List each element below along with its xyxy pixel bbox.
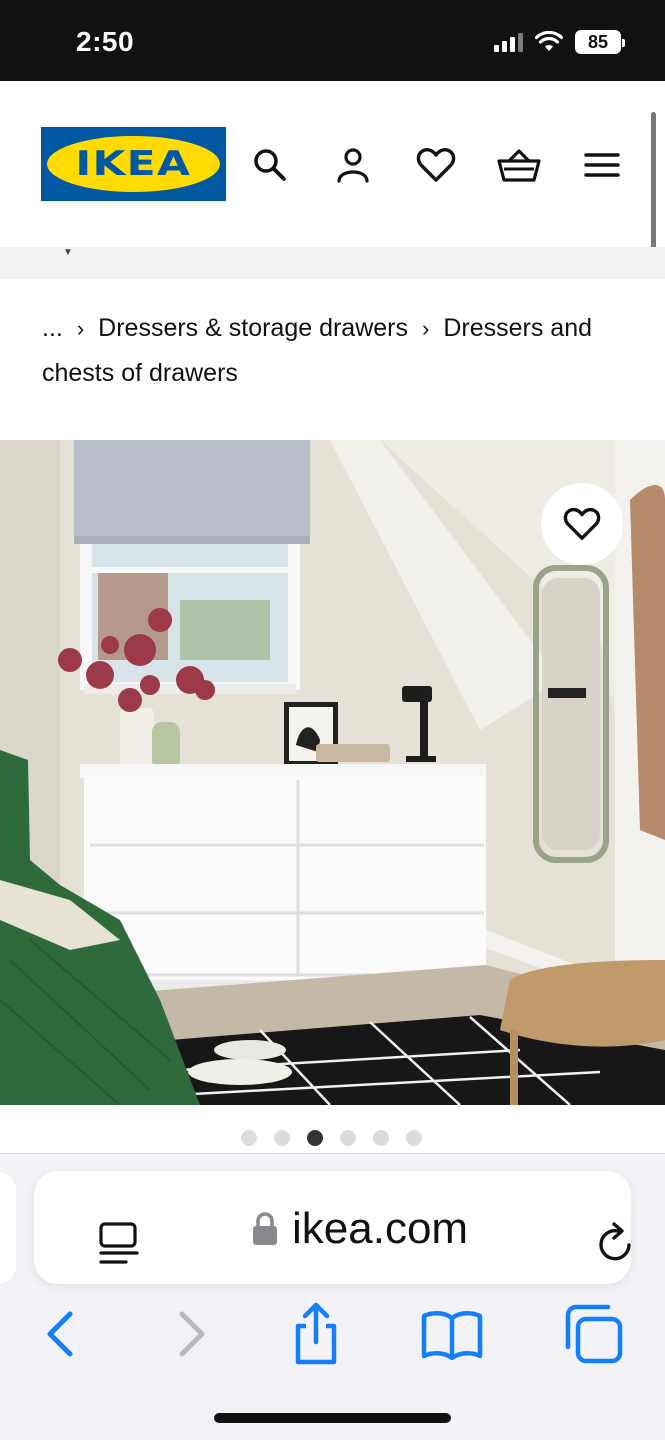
share-button[interactable] <box>284 1302 348 1366</box>
menu-icon <box>584 153 620 177</box>
heart-icon <box>563 507 601 540</box>
favourites-button[interactable] <box>414 143 458 187</box>
chevron-down-icon: ▼ <box>63 247 73 258</box>
url-text: ikea.com <box>292 1204 469 1253</box>
chevron-right-icon <box>179 1311 205 1357</box>
book-icon <box>421 1311 483 1360</box>
heart-icon <box>416 148 456 182</box>
carousel-pagination <box>241 1130 422 1146</box>
tabs-icon <box>565 1304 623 1364</box>
profile-icon <box>337 148 369 183</box>
logo-text: IKEA <box>75 144 192 184</box>
carousel-dot-6[interactable] <box>406 1130 422 1146</box>
carousel-dot-1[interactable] <box>241 1130 257 1146</box>
breadcrumb-dressers-storage[interactable]: Dressers & storage drawers <box>98 314 408 342</box>
tabs-button[interactable] <box>561 1302 625 1366</box>
status-time: 2:50 <box>76 26 135 57</box>
share-icon <box>295 1302 337 1365</box>
search-icon <box>254 149 286 181</box>
site-header: IKEA <box>0 81 665 247</box>
carousel-dot-2[interactable] <box>274 1130 290 1146</box>
browser-toolbar: ikea.com <box>0 1153 665 1440</box>
forward-button[interactable] <box>160 1302 224 1366</box>
bookmarks-button[interactable] <box>420 1302 484 1366</box>
status-icons: 85 <box>494 30 625 54</box>
cellular-signal-icon <box>494 32 523 52</box>
collapsed-banner[interactable]: ▼ <box>0 247 665 279</box>
carousel-dot-5[interactable] <box>373 1130 389 1146</box>
logo-oval: IKEA <box>47 136 220 192</box>
status-bar: 2:50 85 <box>0 0 665 81</box>
wifi-icon <box>535 31 563 51</box>
carousel-dot-4[interactable] <box>340 1130 356 1146</box>
breadcrumb: ... › Dressers & storage drawers › Dressers … <box>42 306 622 395</box>
basket-button[interactable] <box>497 143 541 187</box>
battery-indicator: 85 <box>575 30 625 54</box>
chevron-right-icon: › <box>422 316 430 341</box>
ikea-logo[interactable]: IKEA <box>41 127 226 201</box>
lock-icon <box>253 1212 277 1245</box>
add-to-favourites-button[interactable] <box>541 483 623 565</box>
basket-icon <box>497 149 541 182</box>
back-button[interactable] <box>28 1302 92 1366</box>
scroll-indicator[interactable] <box>651 112 656 250</box>
reader-mode-icon[interactable] <box>98 1221 140 1267</box>
profile-button[interactable] <box>331 143 375 187</box>
breadcrumb-ellipsis[interactable]: ... <box>42 314 63 342</box>
previous-tab-preview[interactable] <box>0 1172 16 1284</box>
chevron-right-icon: › <box>76 316 85 341</box>
home-indicator[interactable] <box>214 1413 451 1423</box>
address-bar[interactable]: ikea.com <box>34 1171 631 1284</box>
menu-button[interactable] <box>580 143 624 187</box>
reload-icon[interactable] <box>596 1221 636 1265</box>
search-button[interactable] <box>248 143 292 187</box>
carousel-dot-3-active[interactable] <box>307 1130 323 1146</box>
chevron-left-icon <box>47 1311 73 1357</box>
